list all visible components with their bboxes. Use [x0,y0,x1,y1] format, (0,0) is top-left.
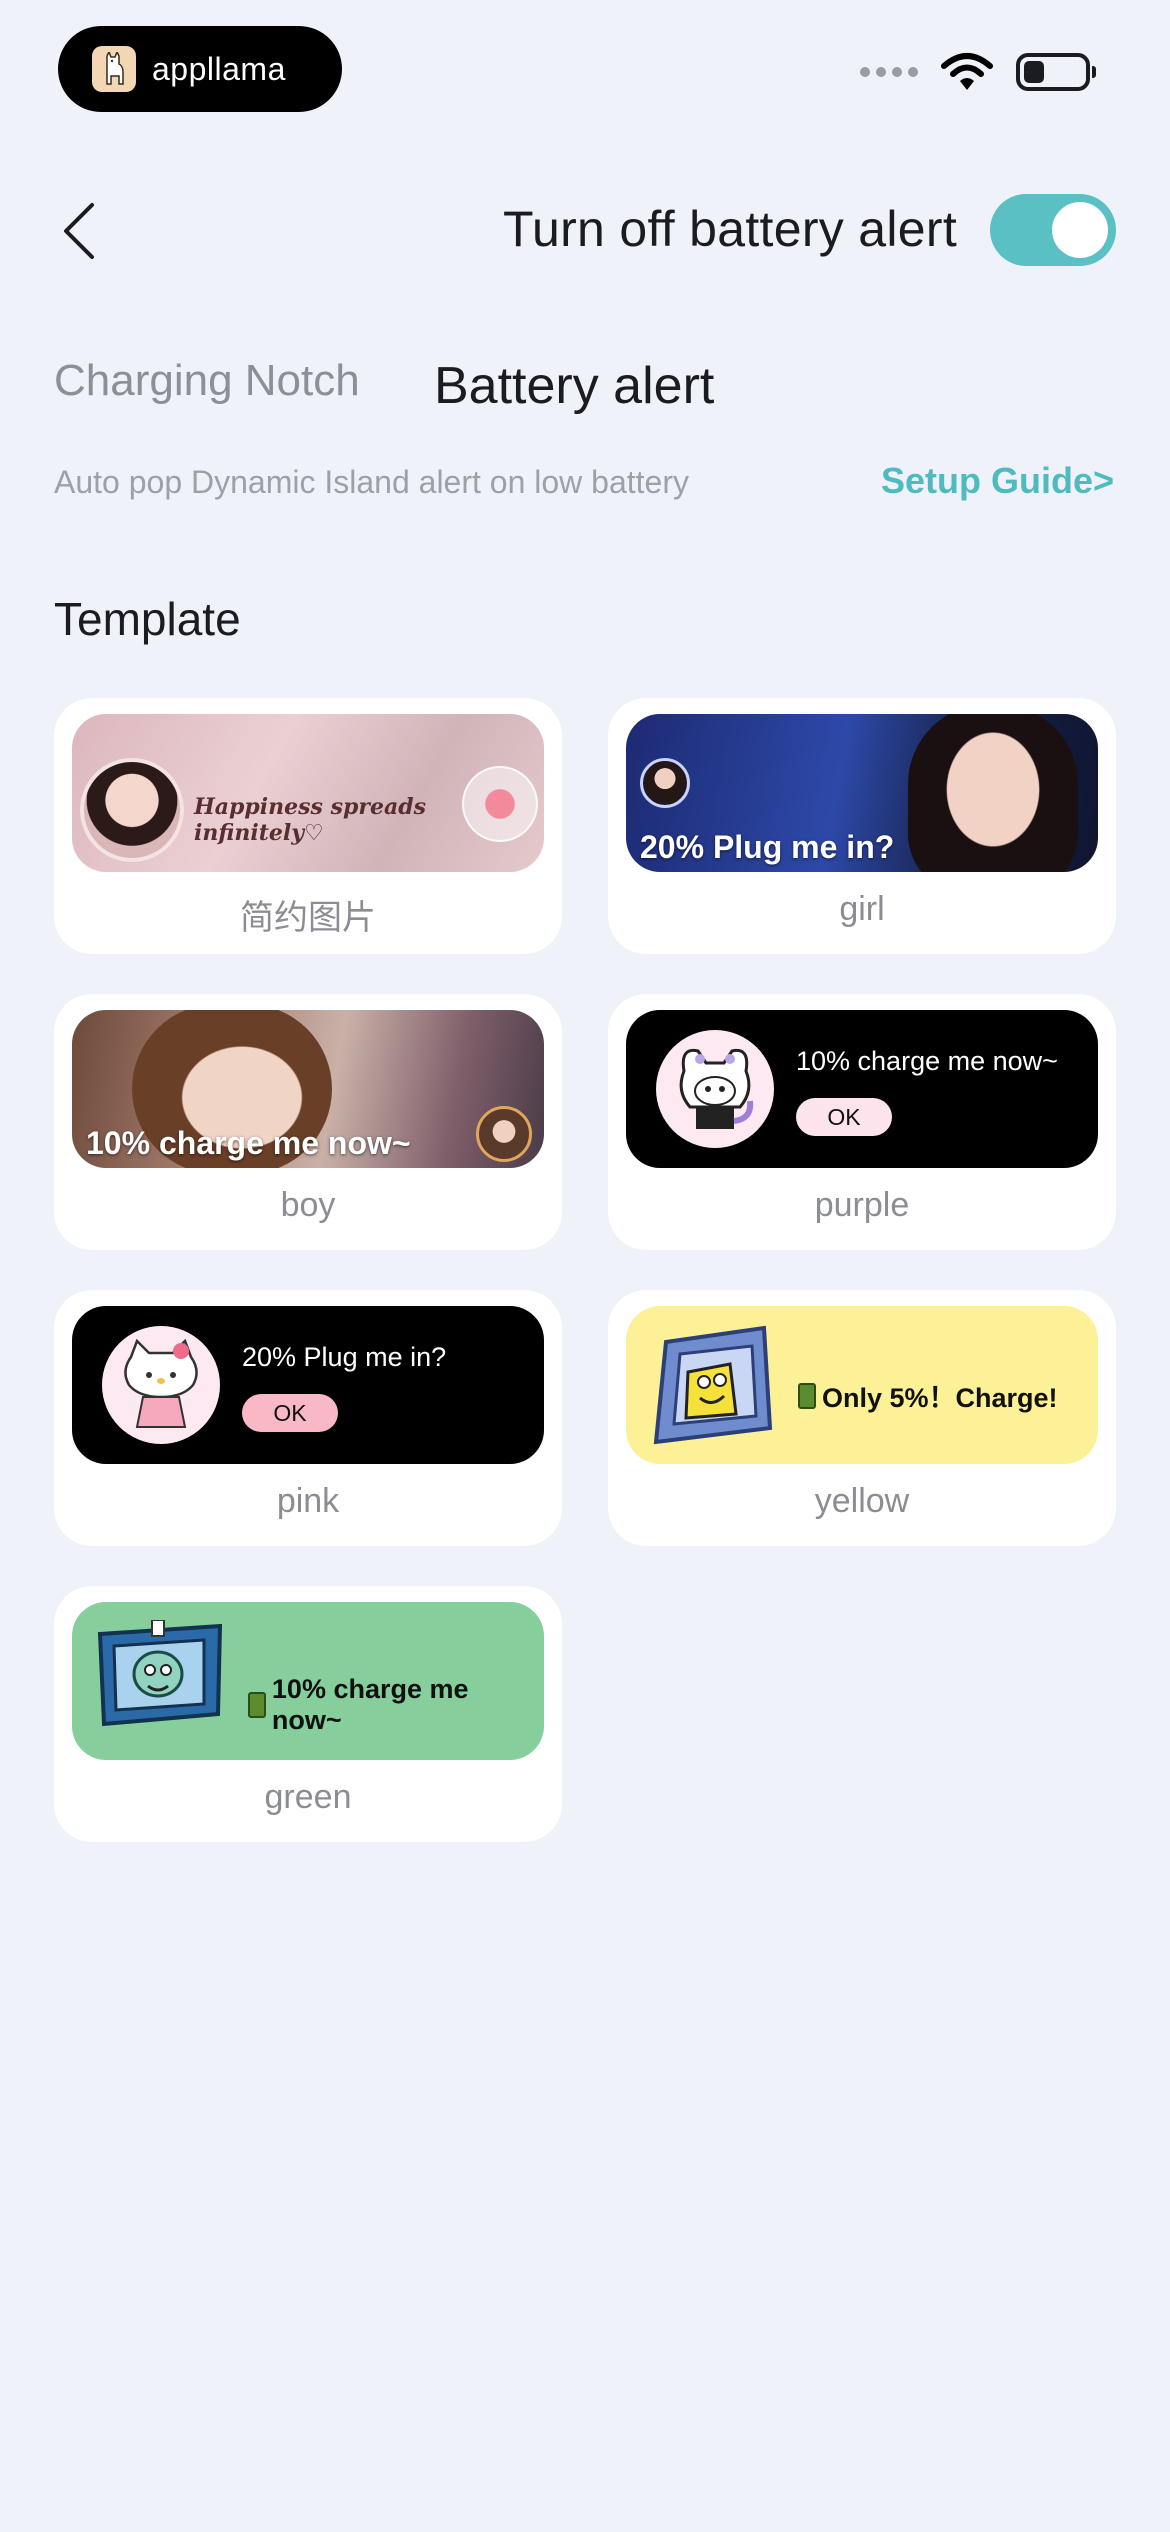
template-preview: Only 5%！Charge! [626,1306,1098,1464]
template-label: 简约图片 [240,899,376,937]
template-label: girl [839,890,885,928]
battery-icon [248,1692,266,1718]
hello-kitty-icon [102,1326,220,1444]
template-preview: 10% charge me now~ OK [626,1010,1098,1168]
back-button[interactable] [60,196,116,266]
preview-text: 20% Plug me in? [242,1342,447,1372]
ok-button: OK [796,1098,892,1136]
template-label: green [264,1778,352,1816]
battery-icon [1016,53,1096,91]
status-icons [860,52,1096,92]
template-card-girl[interactable]: 20% Plug me in? girl [608,698,1116,954]
template-label: purple [814,1186,910,1224]
template-card-boy[interactable]: 10% charge me now~ boy [54,994,562,1250]
description: Auto pop Dynamic Island alert on low bat… [54,464,689,500]
preview-text-row: 10% charge me now~ [248,1674,544,1736]
toggle-knob [1052,202,1108,258]
template-preview: 10% charge me now~ [72,1602,544,1760]
brand-name: appllama [152,50,286,87]
template-card-pink[interactable]: 20% Plug me in? OK pink [54,1290,562,1546]
template-preview: Happiness spreads infinitely♡ [72,714,544,872]
screen: appllama Turn off battery alert Charging… [0,0,1170,2532]
battery-icon [798,1382,816,1409]
template-preview: 20% Plug me in? OK [72,1306,544,1464]
template-preview: 20% Plug me in? [626,714,1098,872]
template-card-simple[interactable]: Happiness spreads infinitely♡ 简约图片 [54,698,562,954]
preview-text: Only 5%！Charge! [822,1383,1058,1413]
preview-text: 10% charge me now~ [86,1125,411,1161]
template-preview: 10% charge me now~ [72,1010,544,1168]
section-title: Template [54,593,241,645]
avatar [476,1106,532,1162]
brand-pill: appllama [58,26,342,112]
heart-bubble-icon [462,766,538,842]
template-label: boy [280,1186,336,1224]
page-title: Turn off battery alert [503,201,958,257]
signal-dots-icon [860,67,918,77]
battery-alert-toggle[interactable] [990,194,1116,266]
tab-charging-notch[interactable]: Charging Notch [54,356,360,406]
template-card-green[interactable]: 10% charge me now~ green [54,1586,562,1842]
spongebob-frame-icon [653,1325,773,1445]
chevron-left-icon [64,203,94,259]
wifi-icon [941,53,993,90]
avatar [640,758,690,808]
llama-logo-icon [92,46,136,92]
template-card-yellow[interactable]: Only 5%！Charge! yellow [608,1290,1116,1546]
preview-text: 10% charge me now~ [271,1674,469,1735]
template-label: yellow [814,1482,910,1520]
squidward-window-icon [97,1620,223,1727]
setup-guide-link[interactable]: Setup Guide> [881,460,1114,502]
kuromi-icon [656,1030,774,1148]
template-label: pink [276,1482,340,1520]
preview-text: 10% charge me now~ [796,1046,1058,1076]
ok-button: OK [242,1394,338,1432]
photo-portrait [908,714,1078,872]
template-card-purple[interactable]: 10% charge me now~ OK purple [608,994,1116,1250]
preview-text-row: Only 5%！Charge! [798,1376,1058,1415]
avatar [80,758,184,862]
tab-battery-alert[interactable]: Battery alert [434,356,714,416]
preview-text: 20% Plug me in? [640,829,895,865]
